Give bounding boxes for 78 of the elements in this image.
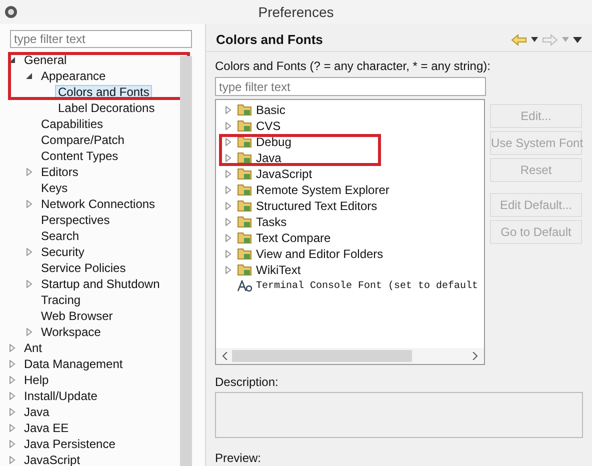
folder-icon — [237, 215, 253, 229]
collapsed-arrow-icon[interactable] — [25, 280, 33, 288]
collapsed-arrow-icon[interactable] — [8, 360, 16, 368]
folder-icon — [237, 263, 253, 277]
folder-icon — [237, 119, 253, 133]
list-item[interactable]: Java — [256, 151, 282, 165]
tree-item[interactable]: Capabilities — [38, 116, 106, 132]
list-item[interactable]: Basic — [256, 103, 286, 117]
scrollbar[interactable] — [216, 348, 484, 364]
description-label: Description: — [215, 374, 280, 390]
collapsed-arrow-icon[interactable] — [8, 408, 16, 416]
tree-item[interactable]: Java — [21, 404, 52, 420]
list-item[interactable]: WikiText — [256, 263, 301, 277]
preview-label: Preview: — [215, 450, 262, 466]
collapsed-arrow-icon[interactable] — [8, 344, 16, 352]
collapsed-arrow-icon[interactable] — [8, 456, 16, 464]
tree-item[interactable]: Workspace — [38, 324, 104, 340]
expanded-arrow-icon[interactable] — [25, 72, 33, 80]
tree-item[interactable]: Help — [21, 372, 52, 388]
list-item[interactable]: Tasks — [256, 215, 287, 229]
expanded-arrow-icon[interactable] — [8, 56, 16, 64]
font-icon — [237, 280, 253, 292]
tree-item[interactable]: General — [21, 52, 70, 68]
collapsed-arrow-icon[interactable] — [8, 440, 16, 448]
folder-icon — [237, 183, 253, 197]
filter-label: Colors and Fonts (? = any character, * = any string): — [215, 58, 492, 74]
collapsed-arrow-icon[interactable] — [8, 424, 16, 432]
folder-icon — [237, 247, 253, 261]
tree-item[interactable]: Data Management — [21, 356, 126, 372]
scroll-left-icon[interactable] — [222, 352, 228, 360]
tree-item[interactable]: JavaScript — [21, 452, 84, 466]
list-item[interactable]: Terminal Console Font (set to default — [256, 280, 478, 292]
tree-item[interactable]: Install/Update — [21, 388, 100, 404]
tree-item[interactable]: Startup and Shutdown — [38, 276, 163, 292]
tree-item[interactable]: Content Types — [38, 148, 122, 164]
folder-icon — [237, 103, 253, 117]
filter-field[interactable]: type filter text — [215, 77, 486, 96]
list-item[interactable]: View and Editor Folders — [256, 247, 384, 261]
list-item[interactable]: CVS — [256, 119, 281, 133]
tree-item[interactable]: Service Policies — [38, 260, 129, 276]
tree-item[interactable]: Keys — [38, 180, 71, 196]
tree-item[interactable]: Search — [38, 228, 82, 244]
tree-item[interactable]: Web Browser — [38, 308, 116, 324]
collapsed-arrow-icon[interactable] — [8, 376, 16, 384]
collapsed-arrow-icon[interactable] — [25, 200, 33, 208]
tree-item[interactable]: Compare/Patch — [38, 132, 128, 148]
collapsed-arrow-icon[interactable] — [25, 248, 33, 256]
list-item[interactable]: Text Compare — [256, 231, 331, 245]
tree-item[interactable]: Appearance — [38, 68, 109, 84]
folder-icon — [237, 199, 253, 213]
collapsed-arrow-icon[interactable] — [25, 328, 33, 336]
tree-item[interactable]: Java Persistence — [21, 436, 118, 452]
list-item[interactable]: Remote System Explorer — [256, 183, 390, 197]
tree-item[interactable]: Network Connections — [38, 196, 158, 212]
list-item[interactable]: Structured Text Editors — [256, 199, 378, 213]
caret-icon[interactable] — [531, 37, 538, 42]
tree-item[interactable]: Java EE — [21, 420, 72, 436]
page-title: Colors and Fonts — [216, 32, 323, 47]
collapsed-arrow-icon[interactable] — [25, 168, 33, 176]
scrollbar[interactable] — [180, 56, 192, 466]
tree-item[interactable]: Security — [38, 244, 88, 260]
tree-item[interactable]: Label Decorations — [55, 100, 158, 116]
menu-caret-icon[interactable] — [573, 36, 582, 42]
window-title: Preferences — [257, 4, 335, 20]
folder-icon — [237, 231, 253, 245]
folder-icon — [237, 151, 253, 165]
folder-icon — [237, 167, 253, 181]
collapsed-arrow-icon[interactable] — [8, 392, 16, 400]
scroll-thumb[interactable] — [232, 350, 412, 362]
list-item[interactable]: JavaScript — [256, 167, 312, 181]
tree-item[interactable]: Perspectives — [38, 212, 113, 228]
list-item[interactable]: Debug — [256, 135, 292, 149]
tree-item[interactable]: Editors — [38, 164, 82, 180]
tree-item[interactable]: Tracing — [38, 292, 84, 308]
tree-item[interactable]: Ant — [21, 340, 46, 356]
scroll-right-icon[interactable] — [472, 352, 478, 360]
folder-icon — [237, 135, 253, 149]
filter-field[interactable]: type filter text — [10, 30, 192, 48]
